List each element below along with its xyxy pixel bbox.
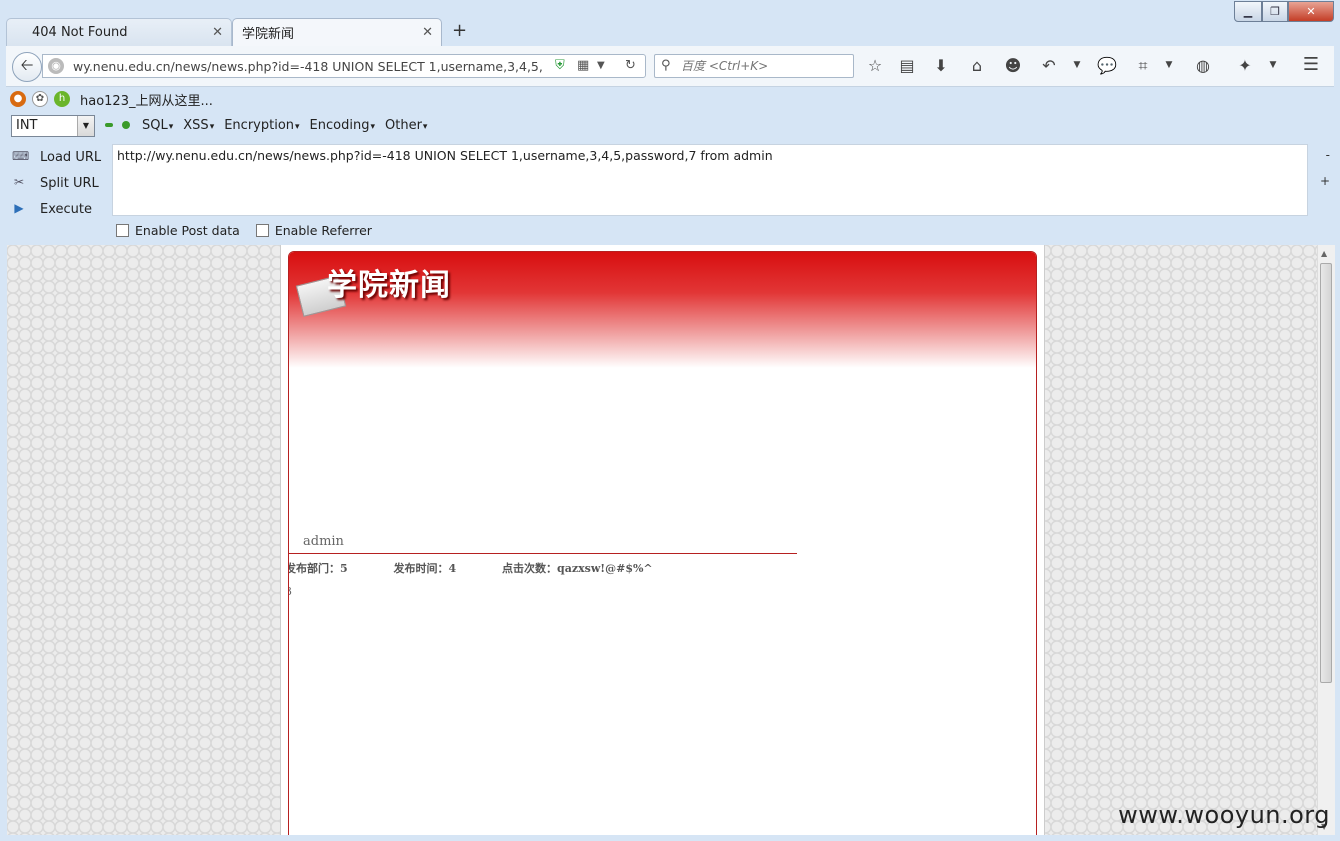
shrink-button[interactable]: - [1326,148,1330,162]
home-icon[interactable]: ⌂ [966,56,988,75]
vertical-scrollbar[interactable]: ▲ ▼ [1317,245,1335,835]
menu-icon[interactable]: ☰ [1300,54,1322,75]
hackbar-options: Enable Post data Enable Referrer [116,223,372,238]
scroll-up-icon[interactable]: ▲ [1321,249,1327,258]
expand-button[interactable]: + [1320,174,1330,188]
chat-icon[interactable]: 💬 [1096,56,1118,75]
extension-icon[interactable]: ✦ [1234,56,1256,75]
undo-icon[interactable]: ↶ [1038,56,1060,75]
menu-other[interactable]: Other▾ [385,118,427,133]
tab-news[interactable]: 学院新闻 ✕ [232,18,442,46]
type-select[interactable]: INT ▼ [11,115,95,137]
type-select-value: INT [16,118,38,133]
close-tab-icon[interactable]: ✕ [212,25,223,40]
decrease-icon[interactable] [105,123,113,127]
enable-post-checkbox[interactable]: Enable Post data [116,223,240,238]
page-container: 学院新闻 admin 发布部门：5 发布时间：4 点击次数：qazxsw!@#$… [280,245,1045,835]
menu-encryption[interactable]: Encryption▾ [224,118,299,133]
tab-strip: 404 Not Found ✕ 学院新闻 ✕ + [0,16,1340,46]
chevron-down-icon[interactable]: ▼ [1262,60,1284,70]
browser-window: ▁ ❐ ✕ 404 Not Found ✕ 学院新闻 ✕ + 🡠 ◉ wy.ne… [0,0,1340,841]
crop-icon[interactable]: ⌗ [1132,56,1154,76]
bookmark-star-icon[interactable]: ☆ [864,56,886,75]
search-icon: ⚲ [661,58,671,73]
chevron-down-icon[interactable]: ▼ [1158,60,1180,70]
execute-button[interactable]: ▶ Execute [10,196,110,222]
chevron-down-icon[interactable]: ▼ [1066,60,1088,70]
checkbox-box[interactable] [116,224,129,237]
search-input[interactable] [679,58,853,74]
banner-title: 学院新闻 [327,268,451,303]
download-icon[interactable]: ⬇ [930,56,952,75]
title-divider [289,553,797,554]
bookmarks-bar: ● ✿ h hao123_上网从这里... [6,87,1334,111]
hackbar: INT ▼ SQL▾ XSS▾ Encryption▾ Encoding▾ Ot… [6,112,1334,244]
tab-title: 学院新闻 [242,27,295,42]
watermark: www.wooyun.org [1118,801,1330,829]
url-dropdown-icon[interactable]: ▼ [597,60,605,71]
menu-encoding[interactable]: Encoding▾ [310,118,375,133]
url-textarea[interactable]: http://wy.nenu.edu.cn/news/news.php?id=-… [112,144,1308,216]
news-title: admin [303,534,344,549]
close-tab-icon[interactable]: ✕ [422,25,433,40]
reading-list-icon[interactable]: ▤ [896,56,918,75]
weibo-icon[interactable]: ● [10,91,26,107]
globe-icon[interactable]: ◍ [1192,56,1214,75]
load-url-button[interactable]: ⌨ Load URL [10,144,110,170]
new-tab-button[interactable]: + [452,20,467,41]
increase-icon[interactable] [122,121,130,129]
back-button[interactable]: 🡠 [12,52,42,82]
emoji-icon[interactable]: ☻ [1002,56,1024,75]
enable-referrer-checkbox[interactable]: Enable Referrer [255,223,372,238]
news-body: 3 [289,585,292,598]
search-bar[interactable]: ⚲ [654,54,854,78]
split-url-button[interactable]: ✂ Split URL [10,170,110,196]
hao123-icon[interactable]: h [54,91,70,107]
cookie-icon[interactable]: ✿ [32,91,48,107]
load-url-icon: ⌨ [12,149,30,163]
news-panel: 学院新闻 admin 发布部门：5 发布时间：4 点击次数：qazxsw!@#$… [288,251,1037,835]
play-icon: ▶ [14,201,24,215]
hackbar-actions: ⌨ Load URL ✂ Split URL ▶ Execute [10,144,110,222]
meta-clicks: 点击次数：qazxsw!@#$%^ [502,562,653,575]
scrollbar-thumb[interactable] [1320,263,1332,683]
meta-time: 发布时间：4 [393,562,457,575]
hackbar-menus: SQL▾ XSS▾ Encryption▾ Encoding▾ Other▾ [142,118,427,133]
url-bar[interactable]: ◉ wy.nenu.edu.cn/news/news.php?id=-418 U… [42,54,646,78]
tab-title: 404 Not Found [32,25,128,40]
menu-sql[interactable]: SQL▾ [142,118,173,133]
reload-icon[interactable]: ↻ [625,58,636,73]
news-meta: 发布部门：5 发布时间：4 点击次数：qazxsw!@#$%^ [288,560,695,576]
tab-404[interactable]: 404 Not Found ✕ [6,18,232,46]
url-text[interactable]: wy.nenu.edu.cn/news/news.php?id=-418 UNI… [73,59,543,74]
menu-xss[interactable]: XSS▾ [183,118,214,133]
meta-dept: 发布部门：5 [288,562,348,575]
qr-code-icon[interactable]: ▦ [577,58,589,73]
site-identity-icon[interactable]: ◉ [48,58,64,74]
chevron-down-icon: ▼ [77,116,94,136]
news-banner: 学院新闻 [289,252,1036,368]
shield-icon[interactable]: ⛨ [555,58,565,73]
checkbox-box[interactable] [255,224,269,237]
page-viewport: 学院新闻 admin 发布部门：5 发布时间：4 点击次数：qazxsw!@#$… [7,245,1317,835]
back-arrow-icon: 🡠 [20,54,34,74]
scissors-icon: ✂ [13,175,25,189]
navigation-bar: 🡠 ◉ wy.nenu.edu.cn/news/news.php?id=-418… [6,46,1334,87]
bookmark-hao123[interactable]: hao123_上网从这里... [80,90,213,109]
